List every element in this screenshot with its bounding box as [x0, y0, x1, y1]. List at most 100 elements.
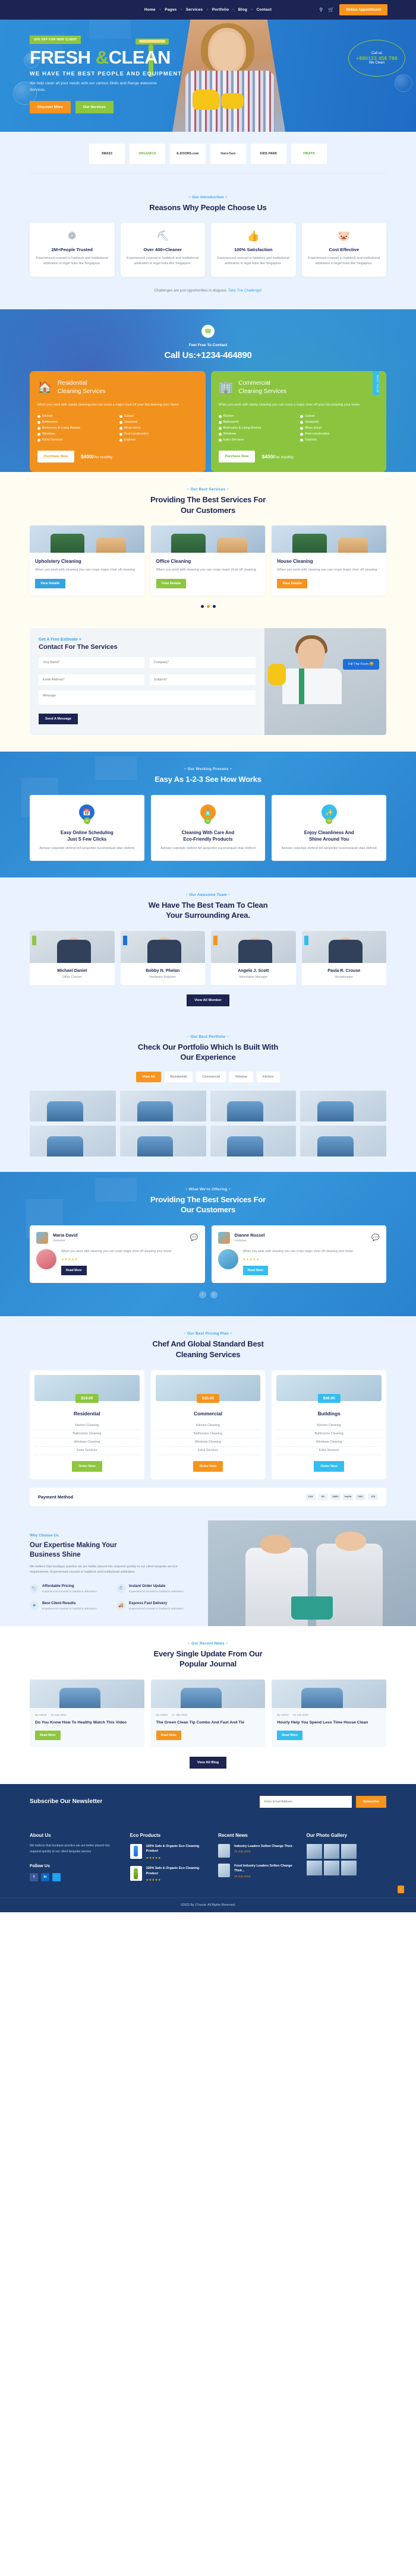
service-card[interactable]: Upholstery Cleaning When you work with c… [30, 525, 144, 596]
expertise-item[interactable]: ★ Best Client Results Experienced counse… [30, 1601, 111, 1612]
feature-card[interactable]: 👍 100% Satisfaction Experienced counsel … [211, 222, 296, 277]
expertise-item[interactable]: 🚚 Express Fast Delivery Experienced coun… [116, 1601, 197, 1612]
chevron-right-icon[interactable]: › [210, 1291, 218, 1299]
company-input[interactable] [150, 657, 256, 668]
challenge-link[interactable]: Take The Challenge! [228, 289, 262, 293]
feature-card[interactable]: ❁ 2M+People Trusted Experienced counsel … [30, 222, 115, 277]
gallery-thumbnail[interactable] [323, 1843, 339, 1859]
order-now-button[interactable]: Order Now [314, 1460, 344, 1472]
view-details-button[interactable]: View Details [35, 579, 65, 589]
feature-card[interactable]: ⛏ Over 400+Cleaner Experienced counsel i… [120, 222, 205, 277]
portfolio-item[interactable] [119, 1090, 206, 1121]
name-input[interactable] [39, 657, 144, 668]
expertise-item[interactable]: 🏷 Affordable Pricing Experienced counsel… [30, 1584, 111, 1595]
portfolio-item[interactable] [210, 1090, 297, 1121]
carousel-dot-active[interactable] [206, 605, 210, 609]
footer-product-item[interactable]: 100% Safe & Organic Eco Cleaning Product… [130, 1866, 210, 1882]
service-card[interactable]: Office Cleaning When you work with clean… [150, 525, 266, 596]
nav-item-home[interactable]: Home [144, 8, 156, 12]
cta-phone-number[interactable]: Call Us:+1234-464890 [0, 350, 416, 360]
nav-item-pages[interactable]: Pages [165, 8, 177, 12]
testimonial-card[interactable]: Dianne Russel customer 💬 When you work w… [211, 1225, 386, 1284]
portfolio-tab-residential[interactable]: Residential [164, 1071, 193, 1082]
send-message-button[interactable]: Send A Message [39, 714, 78, 725]
product-thumbnail [130, 1866, 142, 1881]
purchase-now-button[interactable]: Purchase Now [218, 451, 256, 463]
feature-card[interactable]: 🐷 Cost Effective Experienced counsel in … [301, 222, 386, 277]
read-more-button[interactable]: Read More [61, 1266, 87, 1276]
gallery-thumbnail[interactable] [341, 1843, 357, 1859]
newsletter-email-input[interactable] [259, 1795, 352, 1808]
gallery-thumbnail[interactable] [323, 1860, 339, 1875]
view-all-member-button[interactable]: View All Member [187, 994, 229, 1006]
hero-call-badge[interactable]: Call us +880123 456 789 We Clean [348, 40, 405, 77]
team-member-card[interactable]: Angelo J. Scott Information Manager [211, 930, 296, 985]
cart-icon[interactable]: 🛒 [328, 7, 334, 12]
portfolio-item[interactable] [30, 1090, 116, 1121]
twitter-icon[interactable]: 🐦 [52, 1872, 61, 1881]
portfolio-item[interactable] [210, 1125, 297, 1156]
cleaner-icon: ⛏ [156, 230, 169, 242]
nav-item-portfolio[interactable]: Portfolio [212, 8, 229, 12]
expertise-item[interactable]: ⏱ Instant Order Update Experienced couns… [116, 1584, 197, 1595]
view-all-blog-button[interactable]: View All Blog [189, 1756, 227, 1769]
subscribe-button[interactable]: Subscribe [355, 1795, 386, 1808]
portfolio-tab-commercial[interactable]: Commercial [196, 1071, 226, 1082]
footer-news-item[interactable]: Industry Leaders Soften Change Their. 15… [218, 1843, 298, 1858]
message-textarea[interactable] [39, 690, 256, 705]
plan-card-residential[interactable]: 🏠 Residential Cleaning Services When you … [30, 371, 206, 473]
process-card[interactable]: 🧴 02 Cleaning With Care And Eco-Friendly … [150, 794, 266, 861]
email-input[interactable] [39, 674, 144, 686]
gallery-thumbnail[interactable] [306, 1843, 322, 1859]
process-card[interactable]: ✨ 03 Enjoy Cleanliness And Shine Around Y… [272, 794, 386, 861]
team-member-card[interactable]: Paula R. Crouse Housekeeper [301, 930, 386, 985]
blog-card[interactable]: By Admin 15 July 2023 Do You Know How To… [30, 1679, 144, 1747]
nav-item-blog[interactable]: Blog [238, 8, 247, 12]
gallery-thumbnail[interactable] [341, 1860, 357, 1875]
truck-icon: 🚚 [116, 1601, 125, 1610]
nav-item-services[interactable]: Services [186, 8, 203, 12]
order-now-button[interactable]: Order Now [72, 1460, 102, 1472]
portfolio-item[interactable] [300, 1090, 386, 1121]
portfolio-tab-window[interactable]: Window [229, 1071, 253, 1082]
view-details-button[interactable]: View Details [277, 579, 307, 589]
portfolio-item[interactable] [300, 1125, 386, 1156]
service-card[interactable]: House Cleaning When you work with cleani… [272, 525, 386, 596]
portfolio-item[interactable] [30, 1125, 116, 1156]
plan-card-commercial[interactable]: BEST VALUE 🏢 Commercial Cleaning Services… [210, 371, 386, 473]
carousel-dot[interactable] [200, 605, 204, 609]
carousel-dot[interactable] [212, 605, 216, 609]
pricing-card[interactable]: $48.00 Buildings Kitchen Cleaning Bathro… [272, 1370, 386, 1479]
our-services-button[interactable]: Our Services [75, 100, 114, 113]
nav-item-contact[interactable]: Contact [257, 8, 272, 12]
arrow-up-icon[interactable]: ↑ [398, 1886, 404, 1894]
blog-card[interactable]: By Admin 19 July 2023 Hourly Help You Sp… [272, 1679, 386, 1747]
team-member-card[interactable]: Bobby N. Phelan Hardware Engineer [120, 930, 205, 985]
blog-card[interactable]: By Admin 17 July 2023 The Green Clean Ti… [150, 1679, 266, 1747]
purchase-now-button[interactable]: Purchase Now [37, 451, 74, 463]
subject-input[interactable] [150, 674, 256, 686]
chevron-left-icon[interactable]: ‹ [198, 1291, 206, 1299]
portfolio-tab-view-all[interactable]: View All [136, 1071, 161, 1082]
team-member-card[interactable]: Michael Daniel Office Cleaner [30, 930, 115, 985]
view-details-button[interactable]: View Details [156, 579, 187, 589]
order-now-button[interactable]: Order Now [193, 1460, 223, 1472]
linkedin-icon[interactable]: in [41, 1872, 49, 1881]
portfolio-item[interactable] [119, 1125, 206, 1156]
read-more-button[interactable]: Read More [242, 1266, 269, 1276]
read-more-button[interactable]: Read More [277, 1730, 302, 1740]
testimonial-card[interactable]: Maria David customer 💬 When you work wit… [30, 1225, 205, 1284]
footer-news-item[interactable]: Food Industry Leaders Soften Change Thei… [218, 1863, 298, 1878]
process-card[interactable]: 📅 01 Easy Online Scheduling Just S Few Cl… [30, 794, 144, 861]
read-more-button[interactable]: Read More [35, 1730, 61, 1740]
portfolio-tab-kitchen[interactable]: Kitchen [256, 1071, 280, 1082]
discover-more-button[interactable]: Discover More [30, 100, 71, 113]
online-appointment-button[interactable]: Online Appointment [339, 4, 387, 15]
facebook-icon[interactable]: f [30, 1872, 38, 1881]
footer-product-item[interactable]: 100% Safe & Organic Eco Cleaning Product… [130, 1843, 210, 1860]
pricing-card[interactable]: $19.00 Residential Kitchen Cleaning Bath… [30, 1370, 144, 1479]
pricing-card[interactable]: $35.00 Commercial Kitchen Cleaning Bathr… [150, 1370, 266, 1479]
gallery-thumbnail[interactable] [306, 1860, 322, 1875]
read-more-button[interactable]: Read More [156, 1730, 182, 1740]
search-icon[interactable]: ⚲ [319, 7, 323, 12]
